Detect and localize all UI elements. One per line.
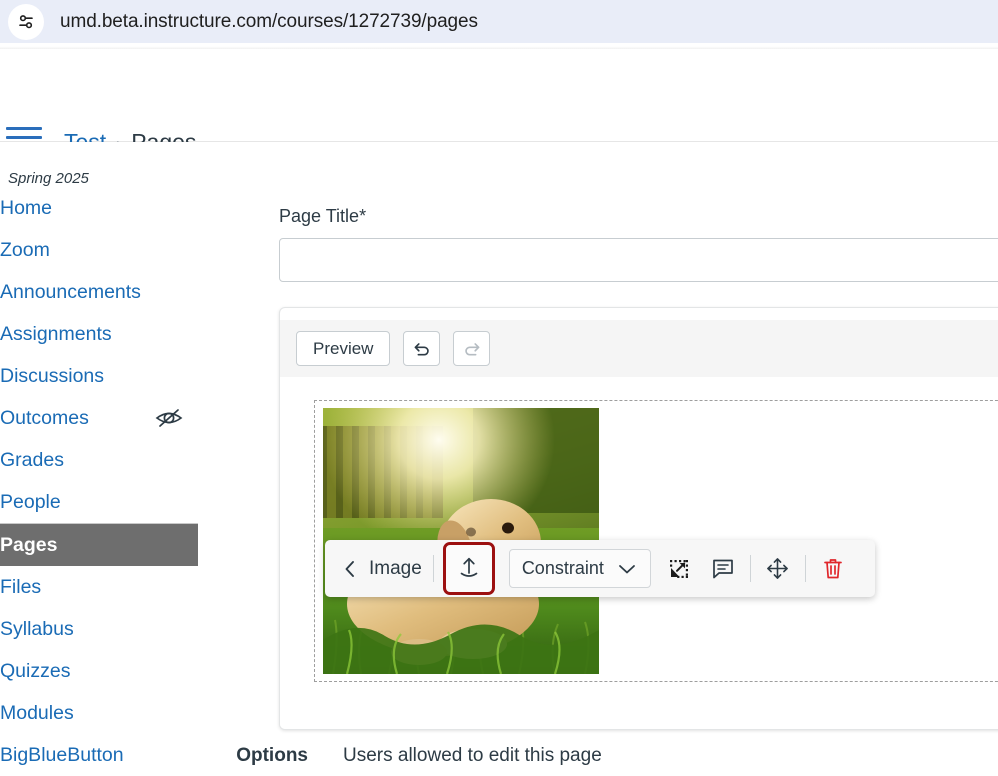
url-text[interactable]: umd.beta.instructure.com/courses/1272739… [60,11,478,33]
sidebar-item-discussions[interactable]: Discussions [0,355,198,397]
redo-button[interactable] [453,331,491,366]
page-title-label: Page Title* [279,206,366,227]
upload-icon [460,557,478,577]
course-nav-list: Home Zoom Announcements Assignments Discussi… [0,187,198,776]
sidebar-item-files[interactable]: Files [0,566,198,608]
trash-icon [824,558,842,578]
course-navigation-sidebar: Spring 2025 Home Zoom Announcements Assignm… [0,142,198,776]
page-title-label-text: Page Title [279,206,360,226]
sidebar-item-home[interactable]: Home [0,187,198,229]
preview-button[interactable]: Preview [296,331,391,366]
toolbar-back-button[interactable] [335,558,365,580]
undo-icon [414,342,429,356]
sidebar-item-label: Home [0,196,53,219]
sidebar-item-label: Syllabus [0,617,74,640]
sidebar-item-label: BigBlueButton [0,743,124,766]
redo-icon [465,342,480,356]
rich-content-editor: Preview [279,307,998,730]
toolbar-divider-2 [749,555,751,582]
options-description: Users allowed to edit this page [343,745,602,766]
sidebar-item-label: Assignments [0,322,112,345]
sidebar-item-outcomes[interactable]: Outcomes [0,397,198,439]
toolbar-divider-3 [804,555,806,582]
sidebar-item-label: Pages [0,533,58,556]
sidebar-item-people[interactable]: People [0,481,198,523]
browser-url-bar[interactable]: umd.beta.instructure.com/courses/1272739… [0,0,998,43]
alt-text-button[interactable] [701,557,745,581]
undo-button[interactable] [403,331,441,366]
sidebar-item-label: Files [0,575,42,598]
sidebar-item-label: Modules [0,701,74,724]
sidebar-item-announcements[interactable]: Announcements [0,271,198,313]
chevron-left-icon [345,560,354,577]
upload-image-button[interactable] [442,542,495,595]
sidebar-item-label: Zoom [0,238,50,261]
sidebar-item-modules[interactable]: Modules [0,692,198,734]
constraint-label: Constraint [521,558,604,578]
sidebar-item-quizzes[interactable]: Quizzes [0,650,198,692]
page-title-input[interactable] [279,238,998,282]
delete-image-button[interactable] [811,556,855,582]
resize-icon [669,559,688,578]
chevron-down-icon [618,564,635,573]
required-marker: * [359,206,367,226]
site-settings-button[interactable] [8,3,44,40]
options-label: Options [236,745,308,766]
editor-toolbar: Preview [280,320,998,377]
sidebar-item-label: Announcements [0,280,141,303]
sidebar-item-syllabus[interactable]: Syllabus [0,608,198,650]
sidebar-item-assignments[interactable]: Assignments [0,313,198,355]
resize-image-button[interactable] [657,557,701,581]
toolbar-divider-1 [432,555,434,582]
sliders-icon [19,14,33,28]
move-image-button[interactable] [756,556,800,581]
sidebar-item-label: People [0,490,61,513]
hidden-from-students-icon [155,409,183,427]
sidebar-item-label: Quizzes [0,659,71,682]
sidebar-item-label: Outcomes [0,406,89,429]
comment-icon [713,559,733,578]
image-options-toolbar: Image Constraint [325,540,875,597]
toolbar-title: Image [369,557,422,579]
main-content: Page Title* Preview Options Users allowe… [198,142,998,776]
sidebar-item-pages[interactable]: Pages [0,523,198,566]
sidebar-item-label: Discussions [0,364,105,387]
move-icon [767,558,789,579]
term-label: Spring 2025 [8,170,89,187]
sidebar-item-zoom[interactable]: Zoom [0,229,198,271]
sidebar-item-label: Grades [0,448,64,471]
sidebar-item-bigbluebutton[interactable]: BigBlueButton [0,734,198,776]
sidebar-item-grades[interactable]: Grades [0,439,198,481]
options-row: Options Users allowed to edit this page [198,745,998,767]
top-navigation: Test › Pages [0,49,998,155]
constraint-dropdown[interactable]: Constraint [508,549,651,588]
